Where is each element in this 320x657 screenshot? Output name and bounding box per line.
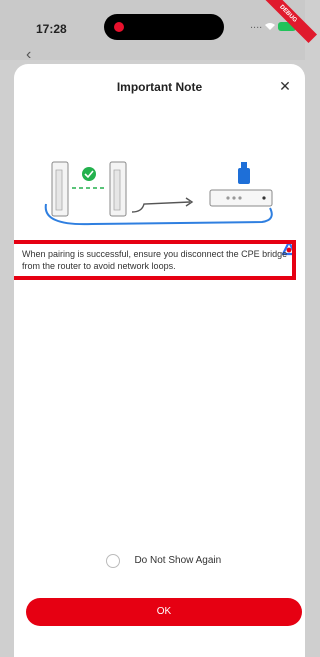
close-icon[interactable]: ✕ bbox=[275, 76, 295, 96]
status-time: 17:28 bbox=[36, 22, 67, 36]
pairing-illustration bbox=[44, 161, 273, 226]
dynamic-island bbox=[104, 14, 224, 40]
dialog-title: Important Note bbox=[116, 80, 203, 94]
note-highlight-box: When pairing is successful, ensure you d… bbox=[14, 240, 296, 280]
ok-button[interactable]: OK bbox=[26, 598, 302, 626]
wifi-icon bbox=[265, 23, 275, 30]
do-not-show-again-option[interactable]: Do Not Show Again bbox=[106, 552, 221, 570]
do-not-show-again-label: Do Not Show Again bbox=[134, 555, 222, 567]
recording-dot-icon bbox=[114, 22, 124, 32]
back-chevron-icon[interactable]: ‹ bbox=[26, 46, 31, 64]
note-text: When pairing is successful, ensure you d… bbox=[22, 249, 288, 271]
do-not-show-again-radio[interactable] bbox=[106, 553, 120, 568]
status-bar: 17:28 .... DEBUG bbox=[0, 0, 317, 60]
router-icon bbox=[209, 162, 273, 207]
important-note-dialog: Important Note ✕ When pairing is success… bbox=[14, 64, 305, 657]
signal-icon: .... bbox=[250, 19, 263, 31]
check-circle-icon bbox=[82, 167, 96, 181]
